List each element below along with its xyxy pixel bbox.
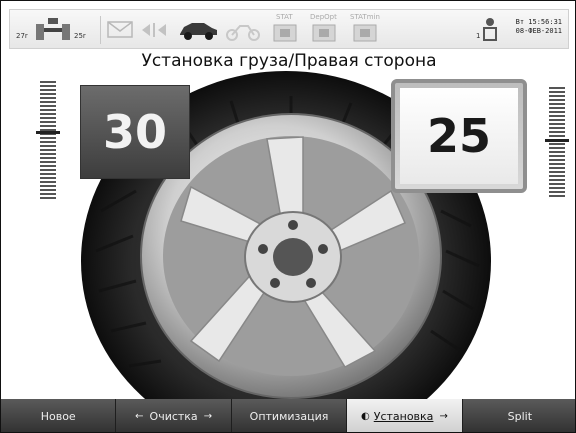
left-weight-scale (36, 81, 60, 201)
left-weight-value: 30 (80, 85, 190, 179)
optimization-button[interactable]: Оптимизация (232, 399, 348, 432)
optimization-button-label: Оптимизация (249, 410, 329, 423)
car-icon[interactable] (176, 18, 220, 42)
depopt-label: DepOpt (310, 13, 337, 21)
right-weight-scale (545, 87, 569, 199)
placement-button-label: Установка (373, 410, 434, 423)
screen: 27r 25r STAT DepOpt STATmin 1 Вт 15:56:3… (0, 0, 576, 433)
right-temp: 25r (74, 32, 86, 40)
clear-button[interactable]: ← Очистка → (116, 399, 232, 432)
new-button[interactable]: Новое (1, 399, 117, 432)
arrow-right-icon: → (439, 411, 448, 422)
right-weight-text: 25 (426, 109, 491, 163)
clear-button-label: Очистка (149, 410, 198, 423)
user-number: 1 (476, 32, 481, 40)
left-weight-text: 30 (102, 105, 167, 159)
left-temp: 27r (16, 32, 28, 40)
split-button[interactable]: Split (463, 399, 575, 432)
stat-label: STAT (276, 13, 293, 21)
left-scale-indicator (36, 131, 60, 134)
motorcycle-icon[interactable] (224, 18, 262, 42)
stat-button[interactable]: STAT (268, 13, 302, 47)
depopt-button[interactable]: DepOpt (306, 13, 342, 47)
placement-button[interactable]: ◐ Установка → (347, 399, 463, 432)
user-icon[interactable] (482, 16, 498, 44)
depopt-icon (312, 24, 336, 42)
arrow-left-icon: ← (135, 411, 144, 422)
time-text: Вт 15:56:31 (515, 18, 562, 26)
datetime: Вт 15:56:31 08-ФЕВ-2011 (516, 18, 562, 36)
right-scale-indicator (545, 139, 569, 142)
arrow-right-icon: → (203, 411, 213, 422)
right-weight-inner: 25 (400, 88, 518, 184)
signal-icon[interactable] (140, 20, 168, 40)
statmin-icon (353, 24, 377, 42)
circle-arrow-icon: ◐ (361, 411, 370, 422)
statmin-label: STATmin (350, 13, 380, 21)
bottom-menu: Новое ← Очистка → Оптимизация ◐ Установк… (1, 399, 575, 432)
statmin-button[interactable]: STATmin (346, 13, 384, 47)
mail-icon[interactable] (106, 20, 136, 40)
date-text: 08-ФЕВ-2011 (515, 27, 562, 35)
right-weight-value: 25 (391, 79, 527, 193)
status-bar: 27r 25r STAT DepOpt STATmin 1 Вт 15:56:3… (9, 9, 569, 49)
new-button-label: Новое (40, 410, 76, 423)
stat-icon (273, 24, 297, 42)
split-button-label: Split (507, 410, 533, 423)
balancer-icon (36, 18, 70, 40)
